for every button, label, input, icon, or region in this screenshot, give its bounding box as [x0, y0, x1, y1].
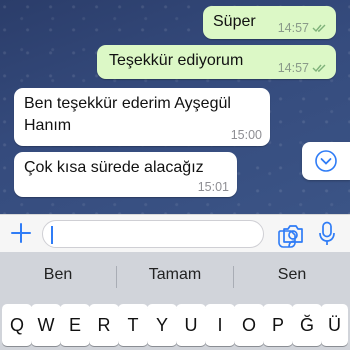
key-r[interactable]: R — [89, 304, 119, 346]
key-i[interactable]: I — [205, 304, 235, 346]
plus-icon[interactable] — [9, 221, 33, 245]
message-bubble-out[interactable]: Süper 14:57 — [203, 6, 336, 39]
message-time: 14:57 — [277, 21, 309, 35]
key-u[interactable]: U — [176, 304, 206, 346]
text-caret — [51, 226, 53, 244]
key-o[interactable]: O — [234, 304, 264, 346]
suggestion-2[interactable]: Tamam — [117, 266, 233, 284]
message-time: 14:57 — [277, 61, 309, 75]
chevron-down-icon — [315, 150, 337, 172]
keyboard: Ben Tamam Sen Q W E R T Y U I O P Ğ Ü — [0, 252, 350, 350]
message-bubble-out[interactable]: Teşekkür ediyorum 14:57 — [97, 45, 336, 79]
scroll-to-bottom-button[interactable] — [302, 142, 350, 180]
message-text: Çok kısa sürede alacağız — [24, 159, 204, 176]
read-ticks-icon — [312, 24, 326, 33]
key-w[interactable]: W — [31, 304, 61, 346]
suggestion-3[interactable]: Sen — [234, 266, 350, 284]
message-bubble-in[interactable]: Ben teşekkür ederim Ayşegül Hanım 15:00 — [14, 88, 270, 146]
key-y[interactable]: Y — [147, 304, 177, 346]
message-time: 15:00 — [230, 128, 262, 142]
microphone-icon[interactable] — [318, 221, 336, 247]
key-t[interactable]: T — [118, 304, 148, 346]
key-e[interactable]: E — [60, 304, 90, 346]
camera-icon[interactable] — [281, 222, 305, 246]
composer-bar — [0, 214, 350, 252]
message-meta: 14:57 — [278, 21, 328, 35]
key-q[interactable]: Q — [2, 304, 32, 346]
message-text: Süper — [213, 13, 256, 30]
read-ticks-icon — [312, 64, 326, 73]
message-text: Teşekkür ediyorum — [109, 52, 244, 69]
message-text-line-1: Ben teşekkür ederim Ayşegül — [24, 95, 231, 112]
key-u-umlaut[interactable]: Ü — [321, 304, 348, 346]
message-text-line-2: Hanım — [24, 117, 72, 134]
chat-area[interactable]: Süper 14:57 Teşekkür ediyorum 14:57 Ben … — [0, 0, 350, 214]
key-g-breve[interactable]: Ğ — [292, 304, 322, 346]
message-time: 15:01 — [197, 180, 229, 194]
key-p[interactable]: P — [263, 304, 293, 346]
suggestion-1[interactable]: Ben — [0, 266, 116, 284]
message-input[interactable] — [42, 220, 296, 248]
message-bubble-in[interactable]: Çok kısa sürede alacağız 15:01 — [14, 152, 237, 197]
message-meta: 14:57 — [278, 61, 328, 75]
